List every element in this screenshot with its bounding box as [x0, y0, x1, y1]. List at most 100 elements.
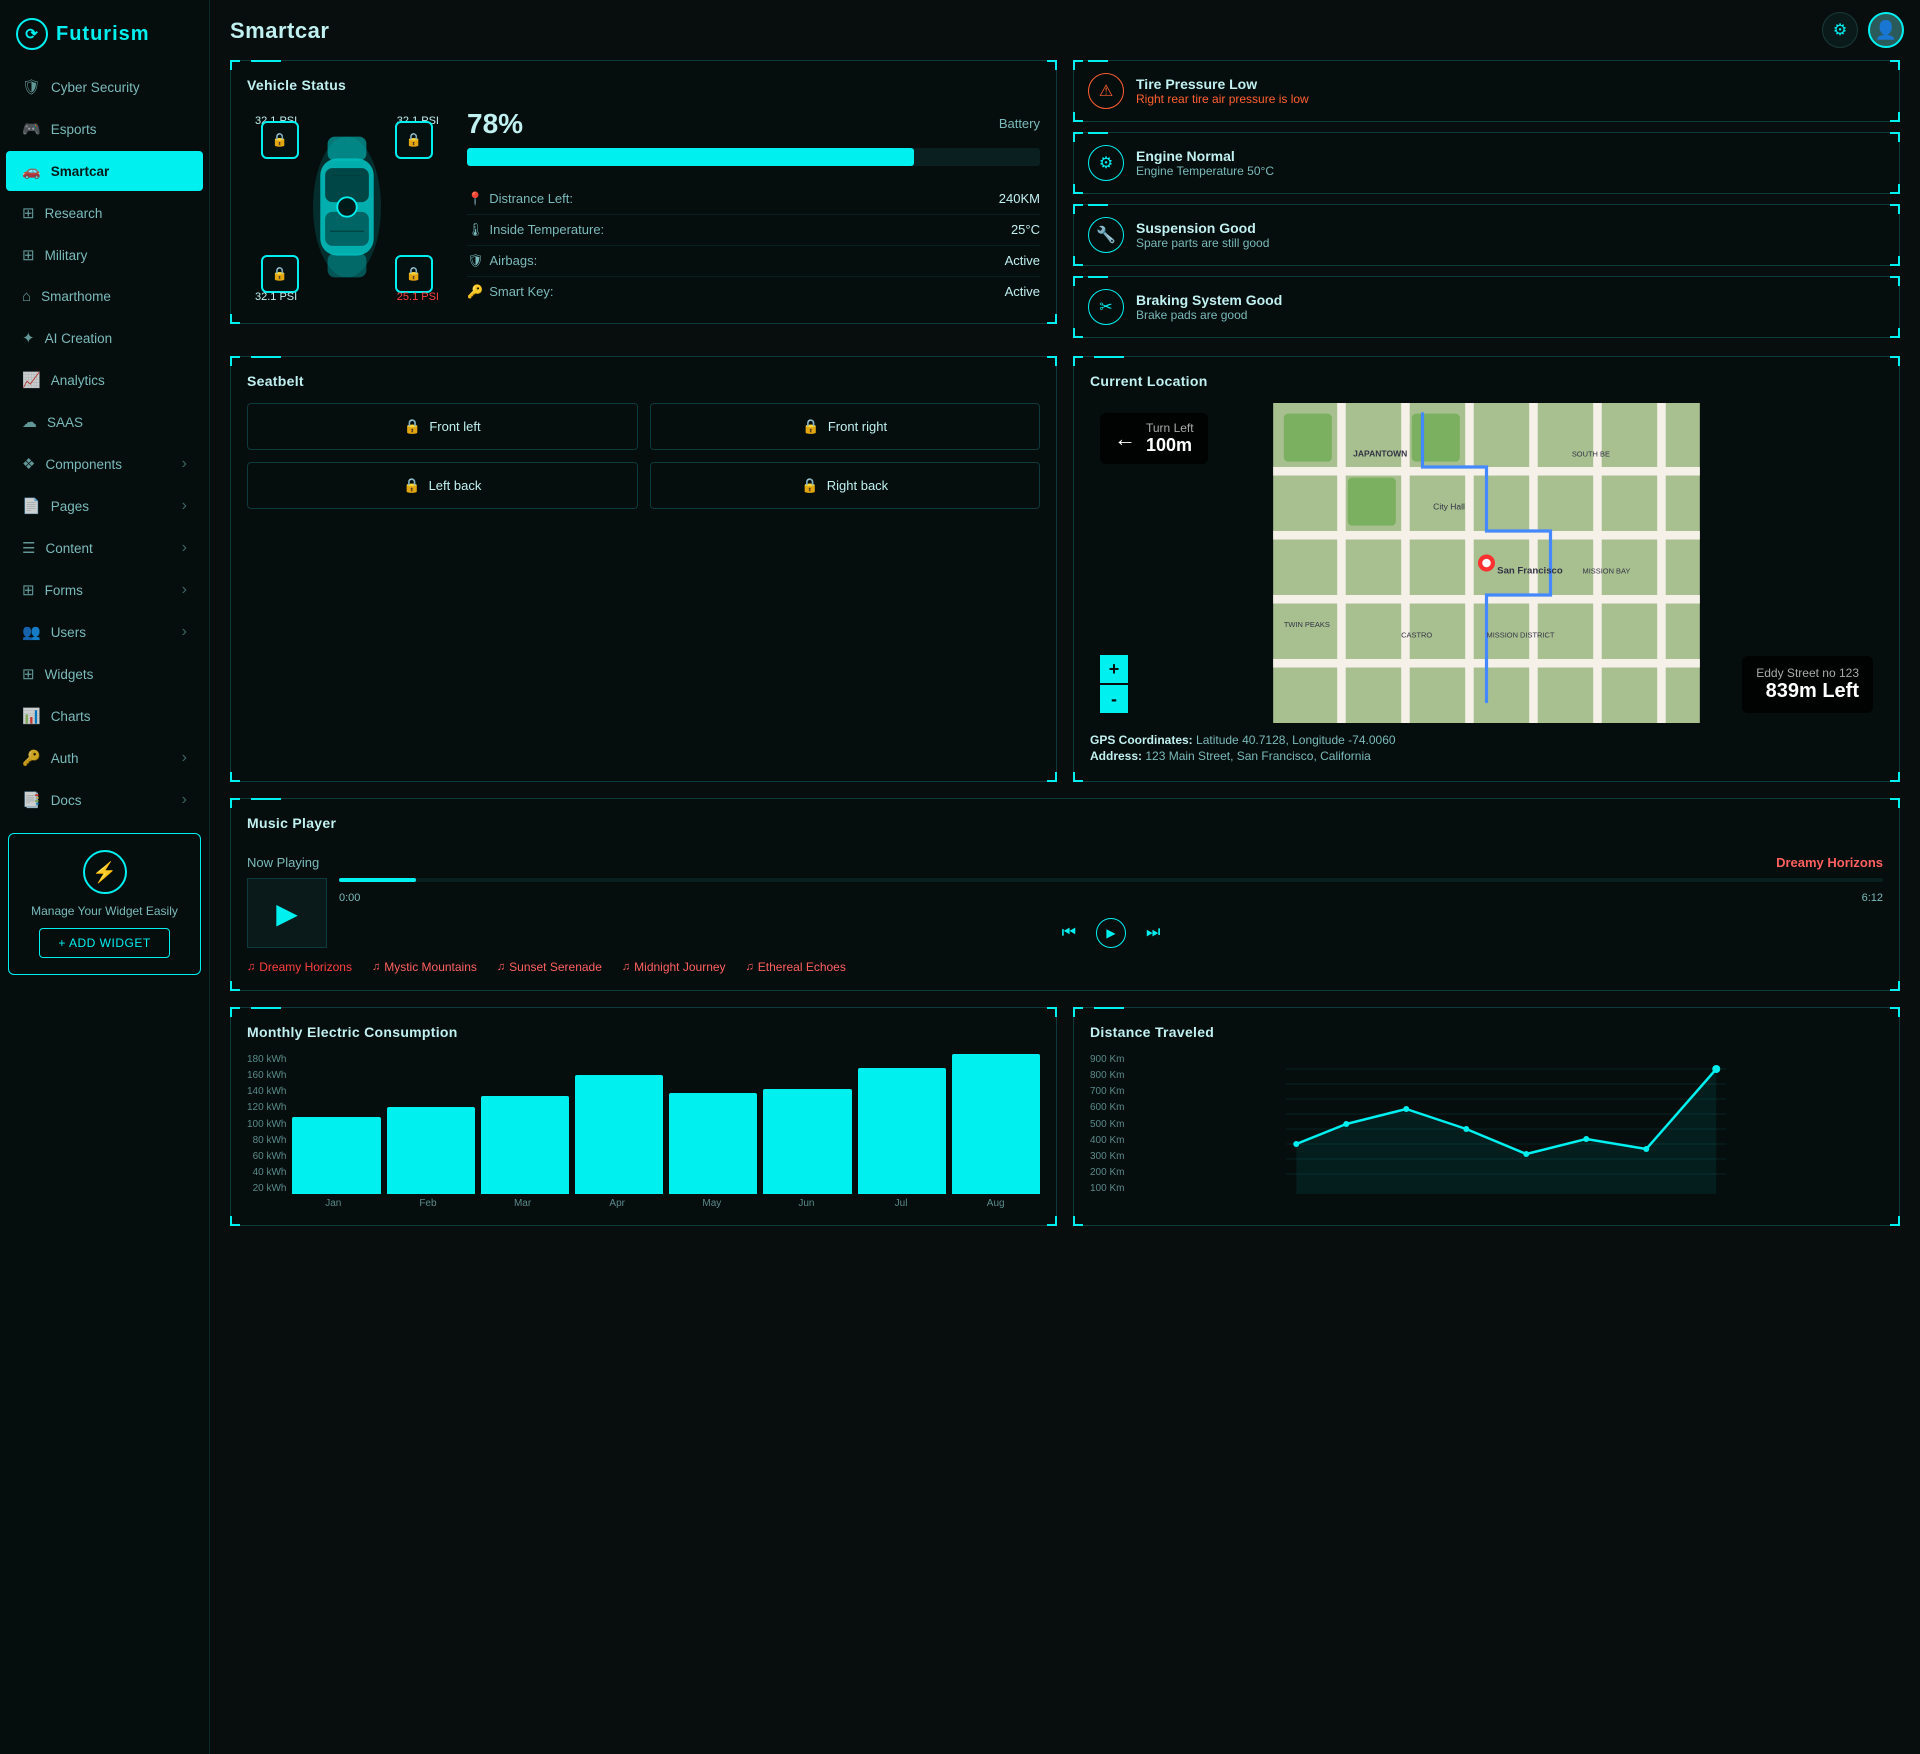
- playlist-item-sunset[interactable]: ♫ Sunset Serenade: [497, 960, 602, 974]
- alerts-panel: ⚠ Tire Pressure Low Right rear tire air …: [1073, 60, 1900, 340]
- chart-x-label: Aug: [951, 1198, 1040, 1209]
- sidebar-label: Research: [45, 206, 103, 221]
- add-widget-button[interactable]: + ADD WIDGET: [39, 928, 169, 958]
- progress-bar[interactable]: [339, 878, 1883, 882]
- alert-suspension-text: Suspension Good Spare parts are still go…: [1136, 220, 1269, 250]
- sidebar-item-components[interactable]: ❖ Components: [6, 444, 203, 484]
- alert-tire-title: Tire Pressure Low: [1136, 76, 1309, 92]
- turn-left-arrow-icon: ←: [1114, 426, 1136, 452]
- sidebar-item-smartcar[interactable]: 🚗 Smartcar: [6, 151, 203, 191]
- svg-text:TWIN PEAKS: TWIN PEAKS: [1284, 620, 1330, 629]
- sidebar-item-cyber-security[interactable]: 🛡 Cyber Security: [6, 67, 203, 107]
- sidebar-label: Analytics: [51, 373, 105, 388]
- seatbelt-front-right[interactable]: 🔒 Front right: [650, 403, 1041, 450]
- sidebar-label: Military: [45, 248, 88, 263]
- distance-icon: 📍: [467, 191, 483, 207]
- tire-rear-left[interactable]: 🔒: [261, 255, 299, 293]
- nav-distance: 100m: [1146, 435, 1194, 456]
- sidebar-label: Smartcar: [51, 164, 110, 179]
- seatbelt-front-left[interactable]: 🔒 Front left: [247, 403, 638, 450]
- play-button[interactable]: ▶: [247, 878, 327, 948]
- sidebar-item-saas[interactable]: ☁ SAAS: [6, 402, 203, 442]
- sidebar-logo[interactable]: ⟳ Futurism: [0, 0, 209, 66]
- line-chart-svg: [1130, 1054, 1883, 1194]
- location-card: Current Location: [1073, 356, 1900, 782]
- music-controls: 0:00 6:12 ⏮ ▶ ⏭: [339, 878, 1883, 948]
- next-button[interactable]: ⏭: [1142, 920, 1164, 946]
- temp-icon: 🌡: [467, 222, 484, 238]
- play-icon: ▶: [276, 897, 298, 930]
- sidebar-item-pages[interactable]: 📄 Pages: [6, 486, 203, 526]
- music-buttons: ⏮ ▶ ⏭: [339, 918, 1883, 948]
- stat-airbags: 🛡 Airbags: Active: [467, 246, 1040, 277]
- address-info: Address: 123 Main Street, San Francisco,…: [1090, 749, 1883, 763]
- forms-icon: ⊞: [22, 581, 35, 599]
- row-seatbelt-location: Seatbelt 🔒 Front left 🔒 Front right 🔒 Le…: [230, 356, 1900, 782]
- svg-text:JAPANTOWN: JAPANTOWN: [1353, 448, 1407, 458]
- sidebar-item-military[interactable]: ⊞ Military: [6, 235, 203, 275]
- battery-bar: [467, 148, 1040, 166]
- alert-engine: ⚙ Engine Normal Engine Temperature 50°C: [1073, 132, 1900, 194]
- tire-front-left[interactable]: 🔒: [261, 121, 299, 159]
- seatbelt-right-back[interactable]: 🔒 Right back: [650, 462, 1041, 509]
- alert-engine-desc: Engine Temperature 50°C: [1136, 164, 1274, 178]
- app-name: Futurism: [56, 23, 150, 46]
- logo-icon: ⟳: [16, 18, 48, 50]
- prev-button[interactable]: ⏮: [1058, 920, 1080, 946]
- playlist-item-mystic[interactable]: ♫ Mystic Mountains: [372, 960, 477, 974]
- sidebar-item-research[interactable]: ⊞ Research: [6, 193, 203, 233]
- tire-rr-psi: 25.1 PSI: [397, 291, 439, 303]
- chart-bar-Jun: [763, 1089, 851, 1194]
- play-pause-button[interactable]: ▶: [1096, 918, 1126, 948]
- sidebar-item-ai-creation[interactable]: ✦ AI Creation: [6, 318, 203, 358]
- sidebar-item-widgets[interactable]: ⊞ Widgets: [6, 654, 203, 694]
- alert-braking-text: Braking System Good Brake pads are good: [1136, 292, 1282, 322]
- page-title: Smartcar: [230, 18, 1900, 44]
- zoom-in-button[interactable]: +: [1100, 655, 1128, 683]
- seatbelt-grid: 🔒 Front left 🔒 Front right 🔒 Left back 🔒…: [247, 403, 1040, 509]
- sidebar-item-auth[interactable]: 🔑 Auth: [6, 738, 203, 778]
- street-name: Eddy Street no 123: [1756, 666, 1859, 680]
- sidebar-item-content[interactable]: ☰ Content: [6, 528, 203, 568]
- sidebar-item-esports[interactable]: 🎮 Esports: [6, 109, 203, 149]
- settings-button[interactable]: ⚙: [1822, 12, 1858, 48]
- car-svg: [297, 122, 397, 292]
- airbags-value: Active: [1005, 253, 1040, 268]
- svg-text:San Francisco: San Francisco: [1497, 566, 1563, 577]
- sidebar-item-forms[interactable]: ⊞ Forms: [6, 570, 203, 610]
- sidebar-label: Docs: [51, 793, 82, 808]
- sidebar-item-smarthome[interactable]: ⌂ Smarthome: [6, 277, 203, 316]
- music-player-title: Music Player: [247, 815, 336, 831]
- sidebar-item-analytics[interactable]: 📈 Analytics: [6, 360, 203, 400]
- zoom-out-button[interactable]: -: [1100, 685, 1128, 713]
- chart-bar-Feb: [387, 1107, 475, 1194]
- tire-front-right[interactable]: 🔒: [395, 121, 433, 159]
- lock-left-back-icon: 🔒: [403, 477, 420, 494]
- playlist-item-midnight[interactable]: ♫ Midnight Journey: [622, 960, 726, 974]
- chart-y-axis: 180 kWh 160 kWh 140 kWh 120 kWh 100 kWh …: [247, 1054, 292, 1194]
- user-avatar[interactable]: 👤: [1868, 12, 1904, 48]
- key-icon: 🔑: [467, 284, 483, 300]
- sidebar-item-charts[interactable]: 📊 Charts: [6, 696, 203, 736]
- playlist-item-dreamy[interactable]: ♫ Dreamy Horizons: [247, 960, 352, 974]
- chart-bar-Aug: [952, 1054, 1040, 1194]
- alert-engine-text: Engine Normal Engine Temperature 50°C: [1136, 148, 1274, 178]
- tire-rear-right[interactable]: 🔒: [395, 255, 433, 293]
- chart-bar-Mar: [481, 1096, 569, 1194]
- distance-remaining: 839m Left: [1756, 680, 1859, 703]
- home-icon: ⌂: [22, 288, 31, 305]
- pages-icon: 📄: [22, 497, 41, 515]
- playlist-item-ethereal[interactable]: ♫ Ethereal Echoes: [746, 960, 846, 974]
- tire-diagram: 32.1 PSI 32.1 PSI 🔒 🔒: [247, 107, 447, 307]
- header-actions: ⚙ 👤: [1822, 12, 1904, 48]
- widget-promo: ⚡ Manage Your Widget Easily + ADD WIDGET: [8, 833, 201, 975]
- vehicle-status-card: Vehicle Status 32.1 PSI 32.1 PSI 🔒 🔒: [230, 60, 1057, 324]
- sidebar-item-docs[interactable]: 📑 Docs: [6, 780, 203, 820]
- seatbelt-left-back[interactable]: 🔒 Left back: [247, 462, 638, 509]
- now-playing-label: Now Playing: [247, 855, 319, 870]
- playlist-title: Sunset Serenade: [509, 960, 602, 974]
- gps-coordinates: GPS Coordinates: Latitude 40.7128, Longi…: [1090, 733, 1883, 747]
- sidebar-item-users[interactable]: 👥 Users: [6, 612, 203, 652]
- music-player-inner: ▶ 0:00 6:12 ⏮ ▶ ⏭: [247, 878, 1883, 948]
- total-time: 6:12: [1862, 892, 1883, 904]
